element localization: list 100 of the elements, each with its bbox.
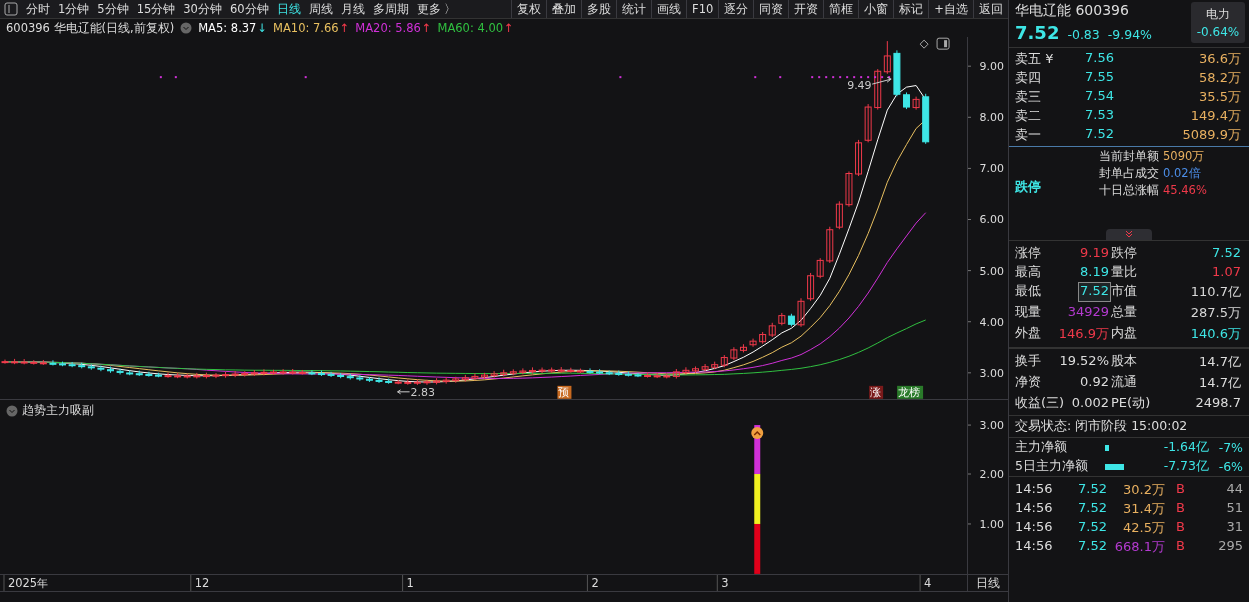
toolbar-button[interactable]: 逐分 (718, 0, 754, 18)
stat-value: 9.19 (1079, 244, 1110, 262)
stat-value: 14.7亿 (1198, 353, 1242, 371)
trade-price: 7.52 (1077, 500, 1107, 517)
stat-value: 7.52 (1078, 282, 1111, 302)
stat-label: 市值 (1111, 282, 1138, 300)
ask-price: 7.54 (1085, 88, 1115, 105)
stat-value: 14.7亿 (1198, 374, 1242, 392)
ask-label: 卖三 (1015, 88, 1042, 106)
stat-value: 8.19 (1079, 263, 1110, 281)
stat-label: 流通 (1111, 373, 1138, 391)
indicator-axis-label: 1.00 (979, 517, 1004, 531)
seal-value: 5090万 (1163, 149, 1206, 164)
period-tab[interactable]: 日线 (272, 1, 305, 17)
trade-side: B (1175, 519, 1185, 536)
toolbar-button[interactable]: 返回 (973, 0, 1008, 18)
period-tab[interactable]: 15分钟 (132, 1, 180, 17)
trade-side: B (1175, 481, 1185, 498)
flow-label: 5日主力净额 (1015, 458, 1089, 475)
date-axis-label: 12 (194, 576, 210, 590)
moving-average-value: MA20: 5.86 (355, 21, 421, 35)
toolbar-button[interactable]: 叠加 (546, 0, 582, 18)
period-tab[interactable]: 多周期 (368, 1, 413, 17)
stat-label: 量比 (1111, 263, 1138, 281)
flow-amount: -1.64亿 (1162, 439, 1209, 456)
ask-volume: 5089.9万 (1181, 126, 1241, 144)
stat-label: 收益(三) (1015, 394, 1065, 412)
moving-average-value: MA10: 7.66 (273, 21, 339, 35)
toolbar-button[interactable]: 多股 (581, 0, 617, 18)
stat-value: 34929 (1066, 303, 1110, 321)
period-tab[interactable]: 5分钟 (93, 1, 133, 17)
seal-label: 封单占成交 (1099, 166, 1159, 181)
toolbar-button[interactable]: +自选 (928, 0, 973, 18)
event-marker[interactable]: 龙榜 (897, 385, 924, 399)
trade-volume: 42.5万 (1122, 519, 1165, 537)
moving-average-value: MA5: 8.37 (198, 21, 257, 35)
date-axis-label: 2025年 (8, 576, 49, 590)
period-tab[interactable]: 1分钟 (54, 1, 94, 17)
period-tab[interactable]: 60分钟 (225, 1, 273, 17)
ask-label: 卖一 (1015, 126, 1042, 144)
trade-count: 295 (1217, 538, 1243, 555)
stat-value: 146.9万 (1057, 325, 1110, 343)
stat-value: 1.07 (1211, 263, 1242, 281)
stat-value: 19.52% (1058, 352, 1110, 370)
period-tab[interactable]: 周线 (304, 1, 337, 17)
trend-arrow: ↑ (504, 21, 514, 35)
stat-value: 7.52 (1211, 244, 1242, 262)
stat-label: 股本 (1111, 352, 1138, 370)
trade-volume: 30.2万 (1122, 481, 1165, 499)
stock-name: 华电辽能 600396 (1015, 2, 1130, 20)
indicator-axis-label: 2.00 (979, 468, 1004, 481)
stat-value: 110.7亿 (1189, 283, 1242, 301)
trend-arrow: ↓ (257, 21, 268, 35)
trade-time: 14:56 (1015, 500, 1054, 517)
stat-label: 跌停 (1111, 244, 1138, 262)
flow-amount: -7.73亿 (1162, 458, 1209, 475)
limit-state: 跌停 (1015, 178, 1042, 196)
event-marker[interactable]: 预 (557, 385, 572, 399)
moving-average-value: MA60: 4.00 (437, 21, 504, 35)
trend-arrow: ↑ (421, 21, 432, 35)
toolbar-button[interactable]: 简框 (823, 0, 859, 18)
stat-label: 现量 (1015, 303, 1042, 321)
toolbar-button[interactable]: 小窗 (858, 0, 894, 18)
stat-value: 287.5万 (1189, 304, 1242, 322)
ask-volume: 58.2万 (1198, 69, 1241, 87)
period-tab[interactable]: 更多 〉 (412, 1, 461, 17)
high-price-label: 9.49 (847, 79, 872, 93)
toolbar-button[interactable]: 标记 (893, 0, 929, 18)
ask-volume: 35.5万 (1198, 88, 1241, 106)
trade-time: 14:56 (1015, 519, 1054, 536)
trade-count: 44 (1225, 481, 1243, 498)
seal-value: 0.02倍 (1163, 166, 1202, 181)
period-tab[interactable]: 分时 (22, 1, 54, 17)
stat-label: 总量 (1111, 303, 1138, 321)
seal-value: 45.46% (1163, 183, 1207, 198)
event-marker[interactable]: 涨 (869, 385, 884, 399)
chart-title: 600396 华电辽能(日线,前复权) (6, 20, 175, 36)
toolbar-button[interactable]: 开资 (788, 0, 824, 18)
toolbar-button[interactable]: 同资 (753, 0, 789, 18)
toolbar-button[interactable]: 复权 (511, 0, 547, 18)
ask-label: 卖二 (1015, 107, 1042, 125)
toolbar-button[interactable]: 统计 (616, 0, 652, 18)
ask-label: 卖五 ¥ (1015, 50, 1055, 68)
trade-count: 51 (1225, 500, 1243, 517)
period-tab[interactable]: 月线 (336, 1, 369, 17)
ask-price: 7.55 (1085, 69, 1115, 86)
toolbar-button[interactable]: 画线 (651, 0, 687, 18)
stat-label: 内盘 (1111, 324, 1138, 342)
toolbar-button[interactable]: F10 (686, 0, 719, 18)
stat-value: 140.6万 (1189, 325, 1242, 343)
trade-side: B (1175, 500, 1185, 517)
date-axis-label: 2 (591, 576, 599, 590)
ask-label: 卖四 (1015, 69, 1042, 87)
period-tab[interactable]: 30分钟 (179, 1, 226, 17)
stat-value: 0.92 (1079, 373, 1110, 391)
indicator-title: 趋势主力吸副 (22, 403, 94, 418)
change-percent: -9.94% (1107, 27, 1152, 42)
stat-label: 涨停 (1015, 244, 1042, 262)
sector-badge[interactable]: 电力 -0.64% (1191, 2, 1245, 43)
seal-label: 十日总涨幅 (1099, 183, 1159, 198)
